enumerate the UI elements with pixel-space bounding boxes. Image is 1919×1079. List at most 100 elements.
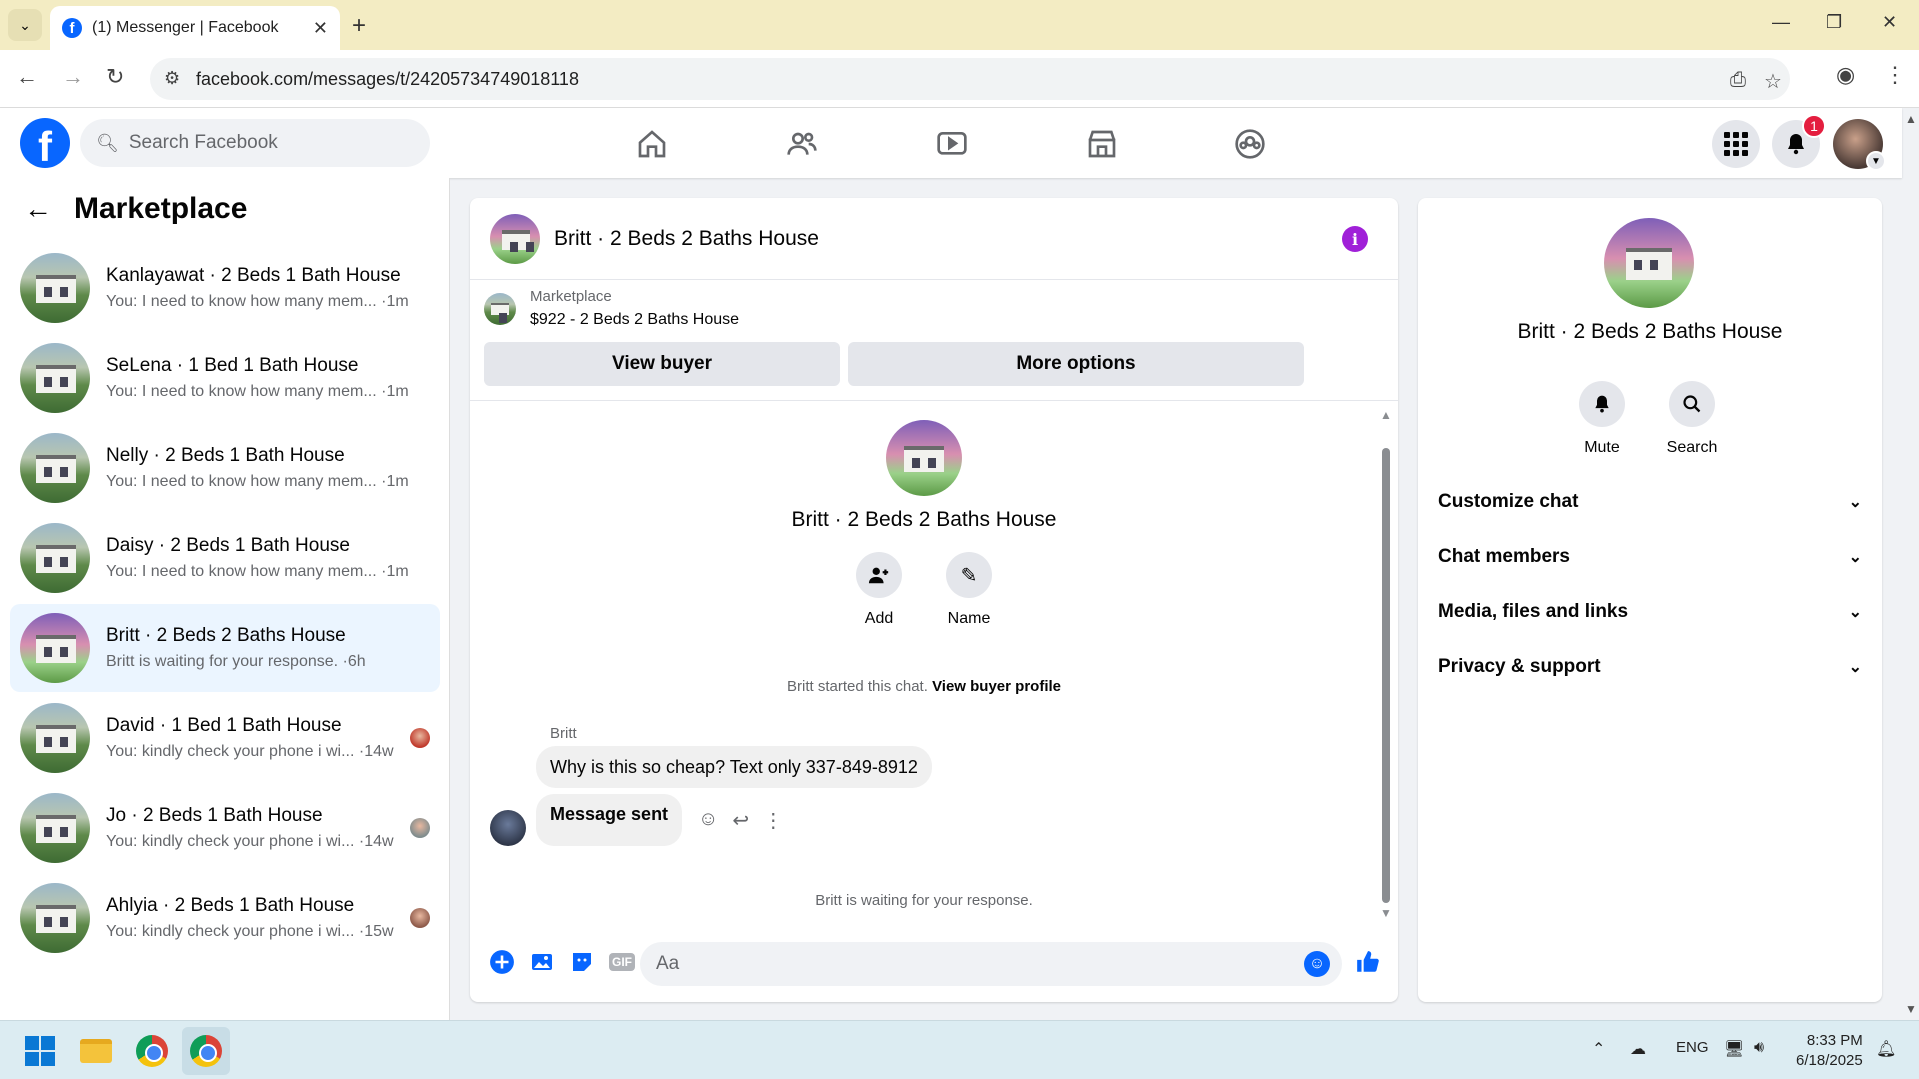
clock-date: 6/18/2025 <box>1796 1052 1863 1069</box>
tray-chevron-up-icon[interactable]: ⌃ <box>1592 1039 1605 1059</box>
gif-icon[interactable]: GIF <box>608 948 636 976</box>
tab-close-icon[interactable]: ✕ <box>313 18 328 39</box>
info-name: Britt · 2 Beds 2 Baths House <box>1517 320 1783 343</box>
conversation-item[interactable]: SeLena · 1 Bed 1 Bath House You: I need t… <box>10 334 440 422</box>
friends-icon[interactable] <box>782 124 822 164</box>
message-input-field[interactable]: ☺ <box>640 942 1342 986</box>
file-explorer-button[interactable] <box>76 1031 116 1071</box>
facebook-logo[interactable]: f <box>20 118 70 168</box>
view-buyer-profile-link[interactable]: View buyer profile <box>932 678 1061 695</box>
chat-avatar[interactable] <box>490 213 540 264</box>
search-label: Search <box>1666 439 1718 456</box>
conversation-preview: You: I need to know how many mem... ·1m <box>106 473 409 490</box>
notifications-button[interactable]: 1 <box>1772 114 1826 168</box>
system-clock[interactable]: 8:33 PM 6/18/2025 <box>1796 1031 1863 1071</box>
waiting-note: Britt is waiting for your response. <box>815 892 1033 909</box>
site-info-icon[interactable]: ⚙ <box>164 68 180 89</box>
back-arrow-icon[interactable]: ← <box>24 193 52 225</box>
conversation-name: David · 1 Bed 1 Bath House <box>106 715 342 736</box>
video-icon[interactable] <box>932 124 972 164</box>
folder-icon <box>80 1039 112 1063</box>
chevron-down-icon: ⌄ <box>19 16 31 33</box>
search-input[interactable] <box>128 132 389 154</box>
install-app-icon[interactable]: ⎙ <box>1730 69 1746 92</box>
emoji-icon[interactable]: ☺ <box>1304 951 1330 977</box>
scroll-up-arrow[interactable]: ▲ <box>1380 408 1392 422</box>
grid-icon <box>1724 132 1748 156</box>
like-thumb-icon[interactable] <box>1354 948 1382 976</box>
browser-menu-icon[interactable]: ⋮ <box>1884 62 1906 88</box>
reply-icon[interactable]: ↩ <box>732 808 749 833</box>
chrome-taskbar-button[interactable] <box>132 1031 172 1071</box>
plus-circle-icon[interactable] <box>488 948 516 976</box>
message-bubble-sent[interactable]: Message sent <box>536 794 683 846</box>
page-scroll-up-arrow[interactable]: ▲ <box>1905 112 1917 126</box>
conversation-item[interactable]: Daisy · 2 Beds 1 Bath House You: I need t… <box>10 514 440 602</box>
notification-bell-icon[interactable]: 🔔︎ <box>1876 1039 1896 1059</box>
info-avatar[interactable] <box>1604 218 1694 308</box>
onedrive-icon[interactable]: ☁ <box>1630 1039 1646 1059</box>
mute-button[interactable]: Mute <box>1562 381 1642 457</box>
conversation-item[interactable]: Ahlyia · 2 Beds 1 Bath House You: kindly … <box>10 874 440 962</box>
conversation-item[interactable]: David · 1 Bed 1 Bath House You: kindly ch… <box>10 694 440 782</box>
more-icon[interactable]: ⋮ <box>763 808 783 833</box>
minimize-button[interactable]: — <box>1772 12 1790 33</box>
bookmark-star-icon[interactable]: ☆ <box>1764 69 1782 94</box>
react-emoji-icon[interactable]: ☺ <box>698 808 718 833</box>
forward-button[interactable]: → <box>62 64 84 90</box>
conversation-name: Ahlyia · 2 Beds 1 Bath House <box>106 895 355 916</box>
chevron-down-icon: ⌄ <box>1848 549 1862 566</box>
back-button[interactable]: ← <box>16 64 38 90</box>
reload-button[interactable]: ↻ <box>106 64 124 90</box>
chat-title[interactable]: Britt · 2 Beds 2 Baths House <box>554 227 819 251</box>
message-input[interactable] <box>656 953 1256 975</box>
tab-search-button[interactable]: ⌄ <box>8 9 42 41</box>
conversation-preview: You: I need to know how many mem... ·1m <box>106 293 409 310</box>
page-scroll-down-arrow[interactable]: ▼ <box>1905 1002 1917 1016</box>
conversation-item[interactable]: Britt · 2 Beds 2 Baths House Britt is wai… <box>10 604 440 692</box>
sender-avatar[interactable] <box>490 810 526 846</box>
add-member-button[interactable]: Add <box>854 552 904 628</box>
start-button[interactable] <box>20 1031 60 1071</box>
facebook-search[interactable]: 🔍︎ <box>80 119 430 167</box>
read-receipt-avatar <box>410 908 430 928</box>
profile-icon[interactable]: ◉ <box>1836 62 1855 88</box>
volume-icon[interactable]: 🔊︎ <box>1754 1039 1764 1057</box>
listing-thumbnail[interactable] <box>484 292 516 325</box>
read-receipt-avatar <box>410 728 430 748</box>
view-buyer-button[interactable]: View buyer <box>484 342 840 386</box>
scroll-down-arrow[interactable]: ▼ <box>1380 906 1392 920</box>
network-icon[interactable]: 🖥︎ <box>1724 1039 1744 1059</box>
chat-intro: Britt · 2 Beds 2 Baths House Add ✎ Name <box>470 420 1378 628</box>
customize-chat-row[interactable]: Customize chat ⌄ <box>1438 482 1862 522</box>
more-options-button[interactable]: More options <box>848 342 1304 386</box>
marketplace-icon[interactable] <box>1082 124 1122 164</box>
restore-button[interactable]: ❐ <box>1826 12 1842 33</box>
conversation-item[interactable]: Kanlayawat · 2 Beds 1 Bath House You: I n… <box>10 244 440 332</box>
started-text: Britt started this chat. <box>787 678 928 695</box>
photo-icon[interactable] <box>528 948 556 976</box>
close-window-button[interactable]: ✕ <box>1882 12 1897 33</box>
language-indicator[interactable]: ENG <box>1676 1039 1709 1056</box>
chat-members-row[interactable]: Chat members ⌄ <box>1438 537 1862 577</box>
sticker-icon[interactable] <box>568 948 596 976</box>
scrollbar-thumb[interactable] <box>1382 448 1390 903</box>
menu-grid-button[interactable] <box>1712 120 1760 168</box>
address-bar[interactable]: ⚙ facebook.com/messages/t/24205734749018… <box>150 58 1790 100</box>
new-tab-button[interactable]: + <box>352 12 366 40</box>
privacy-support-row[interactable]: Privacy & support ⌄ <box>1438 647 1862 687</box>
browser-tab-messenger[interactable]: f (1) Messenger | Facebook ✕ <box>50 6 340 50</box>
home-icon[interactable] <box>632 124 672 164</box>
message-bubble[interactable]: Why is this so cheap? Text only 337-849-… <box>536 746 932 788</box>
groups-icon[interactable] <box>1230 124 1270 164</box>
conversation-preview: You: I need to know how many mem... ·1m <box>106 563 409 580</box>
info-icon[interactable]: i <box>1342 226 1368 252</box>
chevron-down-icon[interactable]: ▼ <box>1866 151 1886 171</box>
media-files-links-row[interactable]: Media, files and links ⌄ <box>1438 592 1862 632</box>
conversation-item[interactable]: Jo · 2 Beds 1 Bath House You: kindly chec… <box>10 784 440 872</box>
edit-name-button[interactable]: ✎ Name <box>944 552 994 628</box>
chrome-active-taskbar-button[interactable] <box>186 1031 226 1071</box>
search-in-chat-button[interactable]: Search <box>1652 381 1732 457</box>
conversation-item[interactable]: Nelly · 2 Beds 1 Bath House You: I need t… <box>10 424 440 512</box>
chat-scrollbar[interactable]: ▲ ▼ <box>1380 408 1392 920</box>
